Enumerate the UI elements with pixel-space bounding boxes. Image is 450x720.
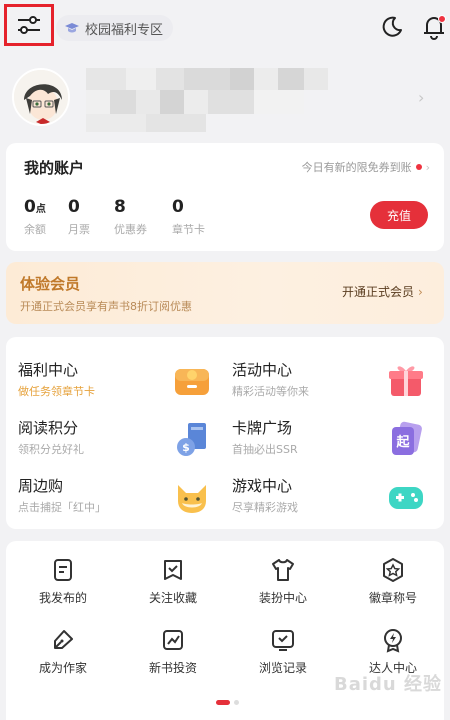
svg-text:$: $ (182, 441, 190, 454)
stat-coupons[interactable]: 8 优惠券 (114, 197, 147, 237)
notification-button[interactable] (421, 13, 447, 41)
account-title: 我的账户 (24, 159, 85, 177)
trend-chart-icon (163, 630, 183, 650)
notification-dot (438, 15, 446, 23)
page-indicator (216, 700, 239, 705)
history-heart-icon (272, 630, 294, 651)
document-icon (54, 559, 72, 581)
fox-icon (178, 485, 206, 513)
page-dot (234, 700, 239, 705)
grid-expert-center[interactable]: 达人中心 (338, 627, 448, 676)
campus-welfare-button[interactable]: 校园福利专区 (56, 15, 174, 41)
gift-box-icon (389, 366, 423, 396)
chevron-right-icon: › (425, 160, 430, 174)
lightning-badge-icon (384, 629, 402, 653)
bookmark-check-icon (164, 560, 182, 580)
gamepad-icon (389, 487, 423, 509)
pen-nib-icon (54, 630, 73, 649)
profile-chevron-right-icon[interactable]: › (418, 88, 424, 107)
service-card-square[interactable]: 卡牌广场 首抽必出SSR 起 (220, 411, 430, 463)
open-vip-button[interactable]: 开通正式会员 › (342, 283, 423, 300)
recharge-button[interactable]: 充值 (370, 201, 428, 229)
badge-star-icon (383, 558, 403, 582)
top-bar: 校园福利专区 (0, 0, 450, 56)
profile-name-blurred (86, 68, 328, 132)
service-merch-shop[interactable]: 周边购 点击捕捉「红中」 (6, 469, 216, 521)
tshirt-icon (272, 559, 294, 581)
watermark: Baidu 经验 (334, 674, 443, 695)
stat-balance[interactable]: 0点 余额 (24, 197, 46, 237)
avatar-image (14, 70, 68, 124)
chevron-right-icon: › (418, 284, 423, 299)
service-reading-points[interactable]: 阅读积分 领积分兑好礼 $ (6, 411, 216, 463)
grid-browse-history[interactable]: 浏览记录 (228, 627, 338, 676)
services-card: 福利中心 做任务领章节卡 活动中心 精彩活动等你来 阅读积分 领积分兑好礼 $ … (6, 337, 444, 529)
moon-icon[interactable] (380, 15, 404, 39)
settings-sliders-icon (18, 16, 40, 34)
grid-my-posts[interactable]: 我发布的 (8, 557, 118, 606)
graduation-cap-icon (65, 23, 79, 33)
card-icon: 起 (392, 421, 422, 455)
service-welfare-center[interactable]: 福利中心 做任务领章节卡 (6, 353, 216, 405)
coupon-promo-link[interactable]: 今日有新的限免券到账 › (302, 159, 430, 175)
stat-monthly-ticket[interactable]: 0 月票 (68, 197, 90, 237)
vip-subtitle: 开通正式会员享有声书8折订阅优惠 (20, 300, 192, 313)
page-dot-active (216, 700, 230, 705)
points-book-icon: $ (177, 423, 206, 456)
svg-text:起: 起 (395, 434, 410, 450)
stat-chapter-cards[interactable]: 0 章节卡 (172, 197, 205, 237)
avatar[interactable] (12, 68, 70, 126)
grid-become-writer[interactable]: 成为作家 (8, 627, 118, 676)
settings-button[interactable] (4, 4, 54, 46)
grid-dressup-center[interactable]: 装扮中心 (228, 557, 338, 606)
vip-card[interactable]: 体验会员 开通正式会员享有声书8折订阅优惠 开通正式会员 › (6, 262, 444, 324)
coin-box-icon (175, 369, 209, 395)
account-card: 我的账户 今日有新的限免券到账 › 0点 余额 0 月票 8 优惠券 0 章节卡… (6, 143, 444, 251)
vip-title: 体验会员 (20, 275, 81, 293)
grid-follow-collect[interactable]: 关注收藏 (118, 557, 228, 606)
red-dot-icon (415, 164, 422, 170)
service-activity-center[interactable]: 活动中心 精彩活动等你来 (220, 353, 430, 405)
grid-badge-title[interactable]: 徽章称号 (338, 557, 448, 606)
service-game-center[interactable]: 游戏中心 尽享精彩游戏 (220, 469, 430, 521)
campus-label: 校园福利专区 (85, 22, 164, 38)
grid-new-book-invest[interactable]: 新书投资 (118, 627, 228, 676)
